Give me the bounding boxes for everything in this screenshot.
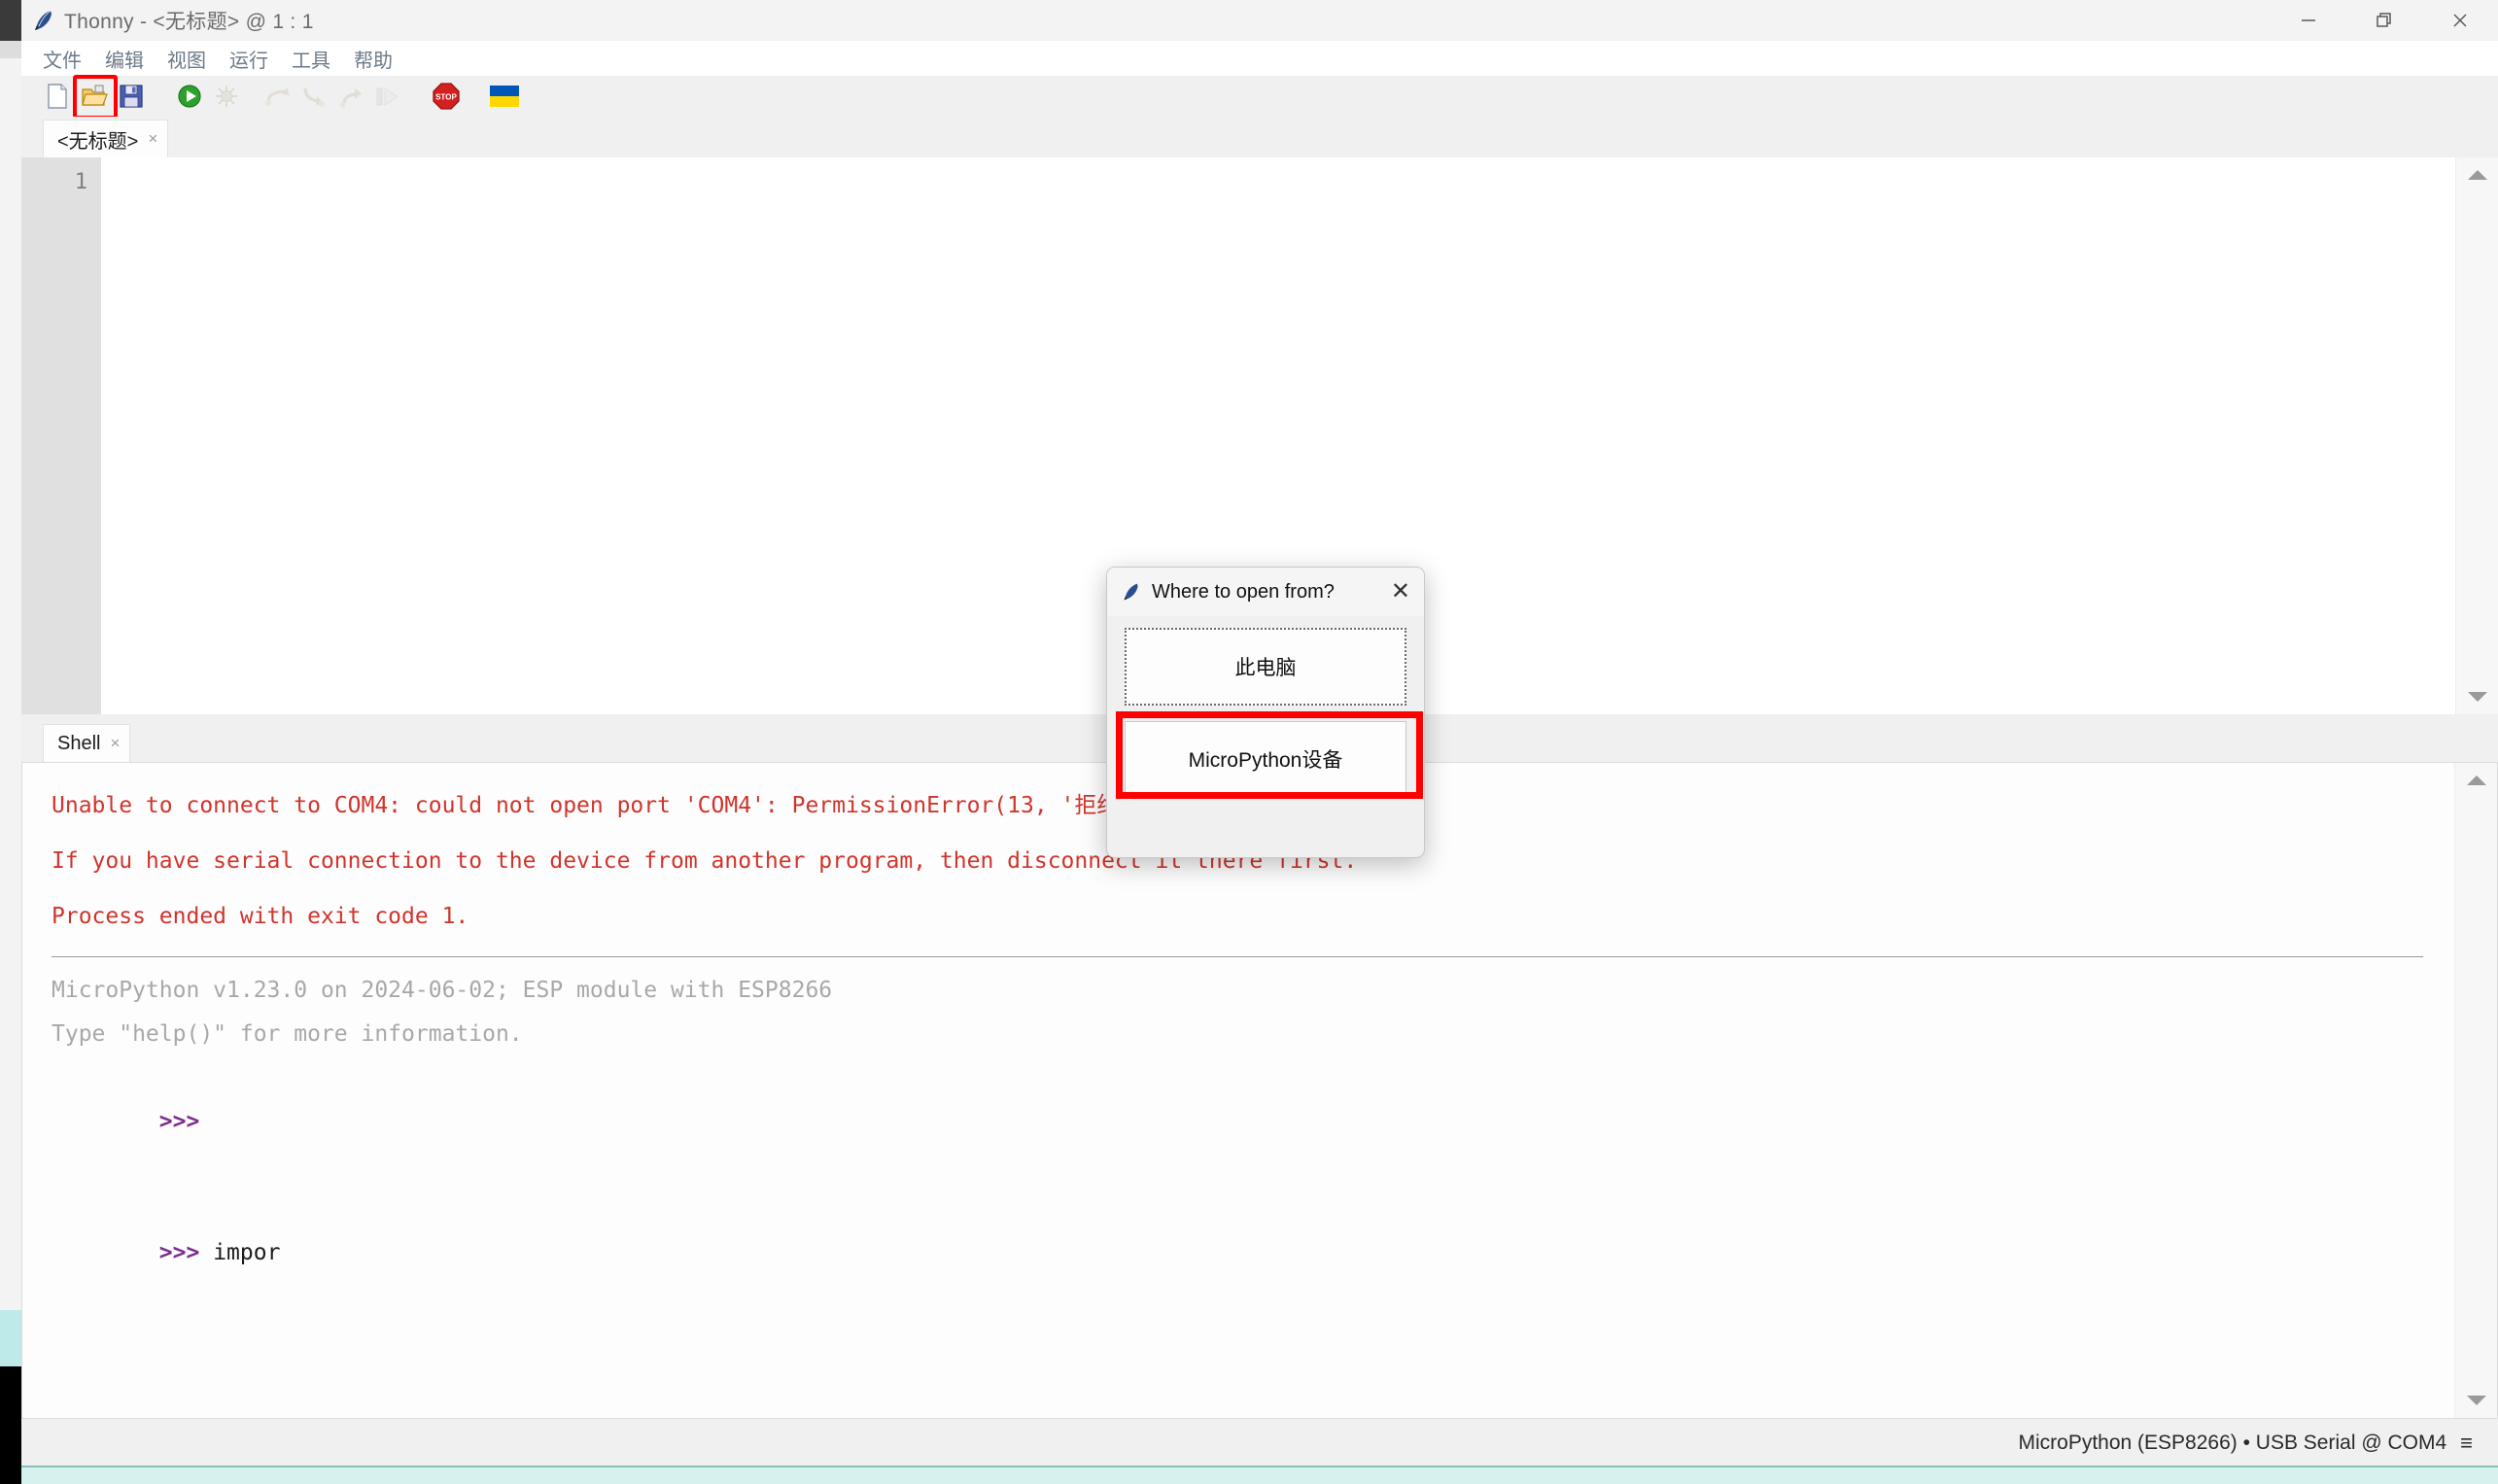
thonny-feather-icon	[31, 8, 56, 33]
open-file-button[interactable]	[73, 75, 118, 120]
step-into-button[interactable]	[297, 80, 330, 113]
thonny-window: Thonny - <无标题> @ 1 : 1 文件 编辑 视图 运行 工具 帮助…	[0, 0, 2498, 1484]
dialog-option-micropython-device[interactable]: MicroPython设备	[1116, 711, 1423, 799]
shell-tab-label: Shell	[57, 732, 101, 754]
shell-prompt-icon: >>>	[158, 1109, 200, 1134]
window-left-edge-teal	[0, 1310, 21, 1366]
stop-button[interactable]: STOP	[430, 80, 463, 113]
menu-view[interactable]: 视图	[156, 43, 218, 75]
ukraine-flag-button[interactable]	[488, 80, 521, 113]
dialog-close-icon[interactable]: ✕	[1391, 580, 1410, 604]
shell-vertical-scrollbar[interactable]	[2454, 763, 2497, 1418]
restore-button[interactable]	[2346, 0, 2422, 41]
dialog-title-bar: Where to open from? ✕	[1107, 568, 1424, 616]
resume-button[interactable]	[371, 80, 404, 113]
new-file-button[interactable]	[41, 80, 74, 113]
shell-panel: Unable to connect to COM4: could not ope…	[21, 762, 2498, 1419]
editor-tab-close-icon[interactable]: ×	[148, 129, 157, 149]
shell-tab[interactable]: Shell ×	[43, 724, 131, 762]
menu-run[interactable]: 运行	[218, 43, 280, 75]
shell-info-line-1: MicroPython v1.23.0 on 2024-06-02; ESP m…	[52, 978, 833, 1003]
menu-tools[interactable]: 工具	[280, 43, 342, 75]
debug-button[interactable]	[210, 80, 243, 113]
editor-line-number-gutter: 1	[21, 157, 101, 714]
status-bar: MicroPython (ESP8266) • USB Serial @ COM…	[21, 1421, 2498, 1466]
shell-prompt-line-empty: >>>	[52, 1056, 2455, 1188]
title-bar: Thonny - <无标题> @ 1 : 1	[21, 0, 2498, 42]
window-title: Thonny - <无标题> @ 1 : 1	[64, 11, 314, 33]
dialog-option-this-computer[interactable]: 此电脑	[1125, 628, 1406, 706]
close-button[interactable]	[2422, 0, 2498, 41]
svg-text:STOP: STOP	[435, 93, 457, 102]
dialog-body: 此电脑 MicroPython设备	[1107, 616, 1424, 799]
window-left-edge-top-light	[0, 41, 21, 58]
dialog-option-this-computer-label: 此电脑	[1234, 657, 1297, 679]
editor-tab-label: <无标题>	[57, 130, 139, 153]
menu-edit[interactable]: 编辑	[93, 43, 156, 75]
editor-vertical-scrollbar[interactable]	[2455, 157, 2498, 714]
dialog-option-micropython-device-label: MicroPython设备	[1188, 749, 1343, 772]
shell-separator	[52, 956, 2423, 957]
shell-info-line-2: Type "help()" for more information.	[52, 1021, 523, 1047]
step-out-button[interactable]	[334, 80, 367, 113]
window-left-edge	[0, 0, 21, 1484]
shell-scroll-up-icon[interactable]	[2455, 763, 2497, 798]
hamburger-menu-icon[interactable]: ≡	[2460, 1431, 2473, 1456]
shell-scroll-down-icon[interactable]	[2455, 1383, 2497, 1418]
where-to-open-from-dialog: Where to open from? ✕ 此电脑 MicroPython设备	[1106, 567, 1425, 858]
step-over-button[interactable]	[260, 80, 294, 113]
menu-bar: 文件 编辑 视图 运行 工具 帮助	[21, 41, 2498, 76]
toolbar: STOP	[21, 75, 2498, 120]
bottom-teal-strip	[21, 1466, 2498, 1484]
window-left-edge-dark	[0, 1366, 21, 1484]
shell-prompt-line-current[interactable]: >>> impor	[52, 1188, 2455, 1319]
save-file-button[interactable]	[115, 80, 148, 113]
menu-help[interactable]: 帮助	[342, 43, 404, 75]
shell-output[interactable]: Unable to connect to COM4: could not ope…	[22, 763, 2455, 1418]
shell-tab-close-icon[interactable]: ×	[110, 734, 120, 753]
window-left-edge-top-dark	[0, 0, 21, 41]
window-controls	[2271, 0, 2498, 41]
editor-tab-strip: <无标题> ×	[21, 117, 2498, 157]
menu-file[interactable]: 文件	[31, 43, 93, 75]
run-button[interactable]	[173, 80, 206, 113]
status-interpreter-text[interactable]: MicroPython (ESP8266) • USB Serial @ COM…	[2019, 1432, 2447, 1455]
shell-error-line-3: Process ended with exit code 1.	[52, 904, 469, 929]
shell-prompt-icon: >>>	[158, 1240, 200, 1265]
editor-tab-untitled[interactable]: <无标题> ×	[43, 120, 169, 157]
dialog-title: Where to open from?	[1152, 580, 1335, 603]
shell-current-input[interactable]: impor	[213, 1240, 280, 1265]
editor-scroll-up-icon[interactable]	[2456, 157, 2498, 192]
editor-line-number: 1	[74, 170, 87, 194]
editor-scroll-down-icon[interactable]	[2456, 679, 2498, 714]
shell-input-text[interactable]	[199, 1240, 213, 1265]
minimize-button[interactable]	[2271, 0, 2346, 41]
thonny-feather-icon	[1121, 581, 1142, 603]
